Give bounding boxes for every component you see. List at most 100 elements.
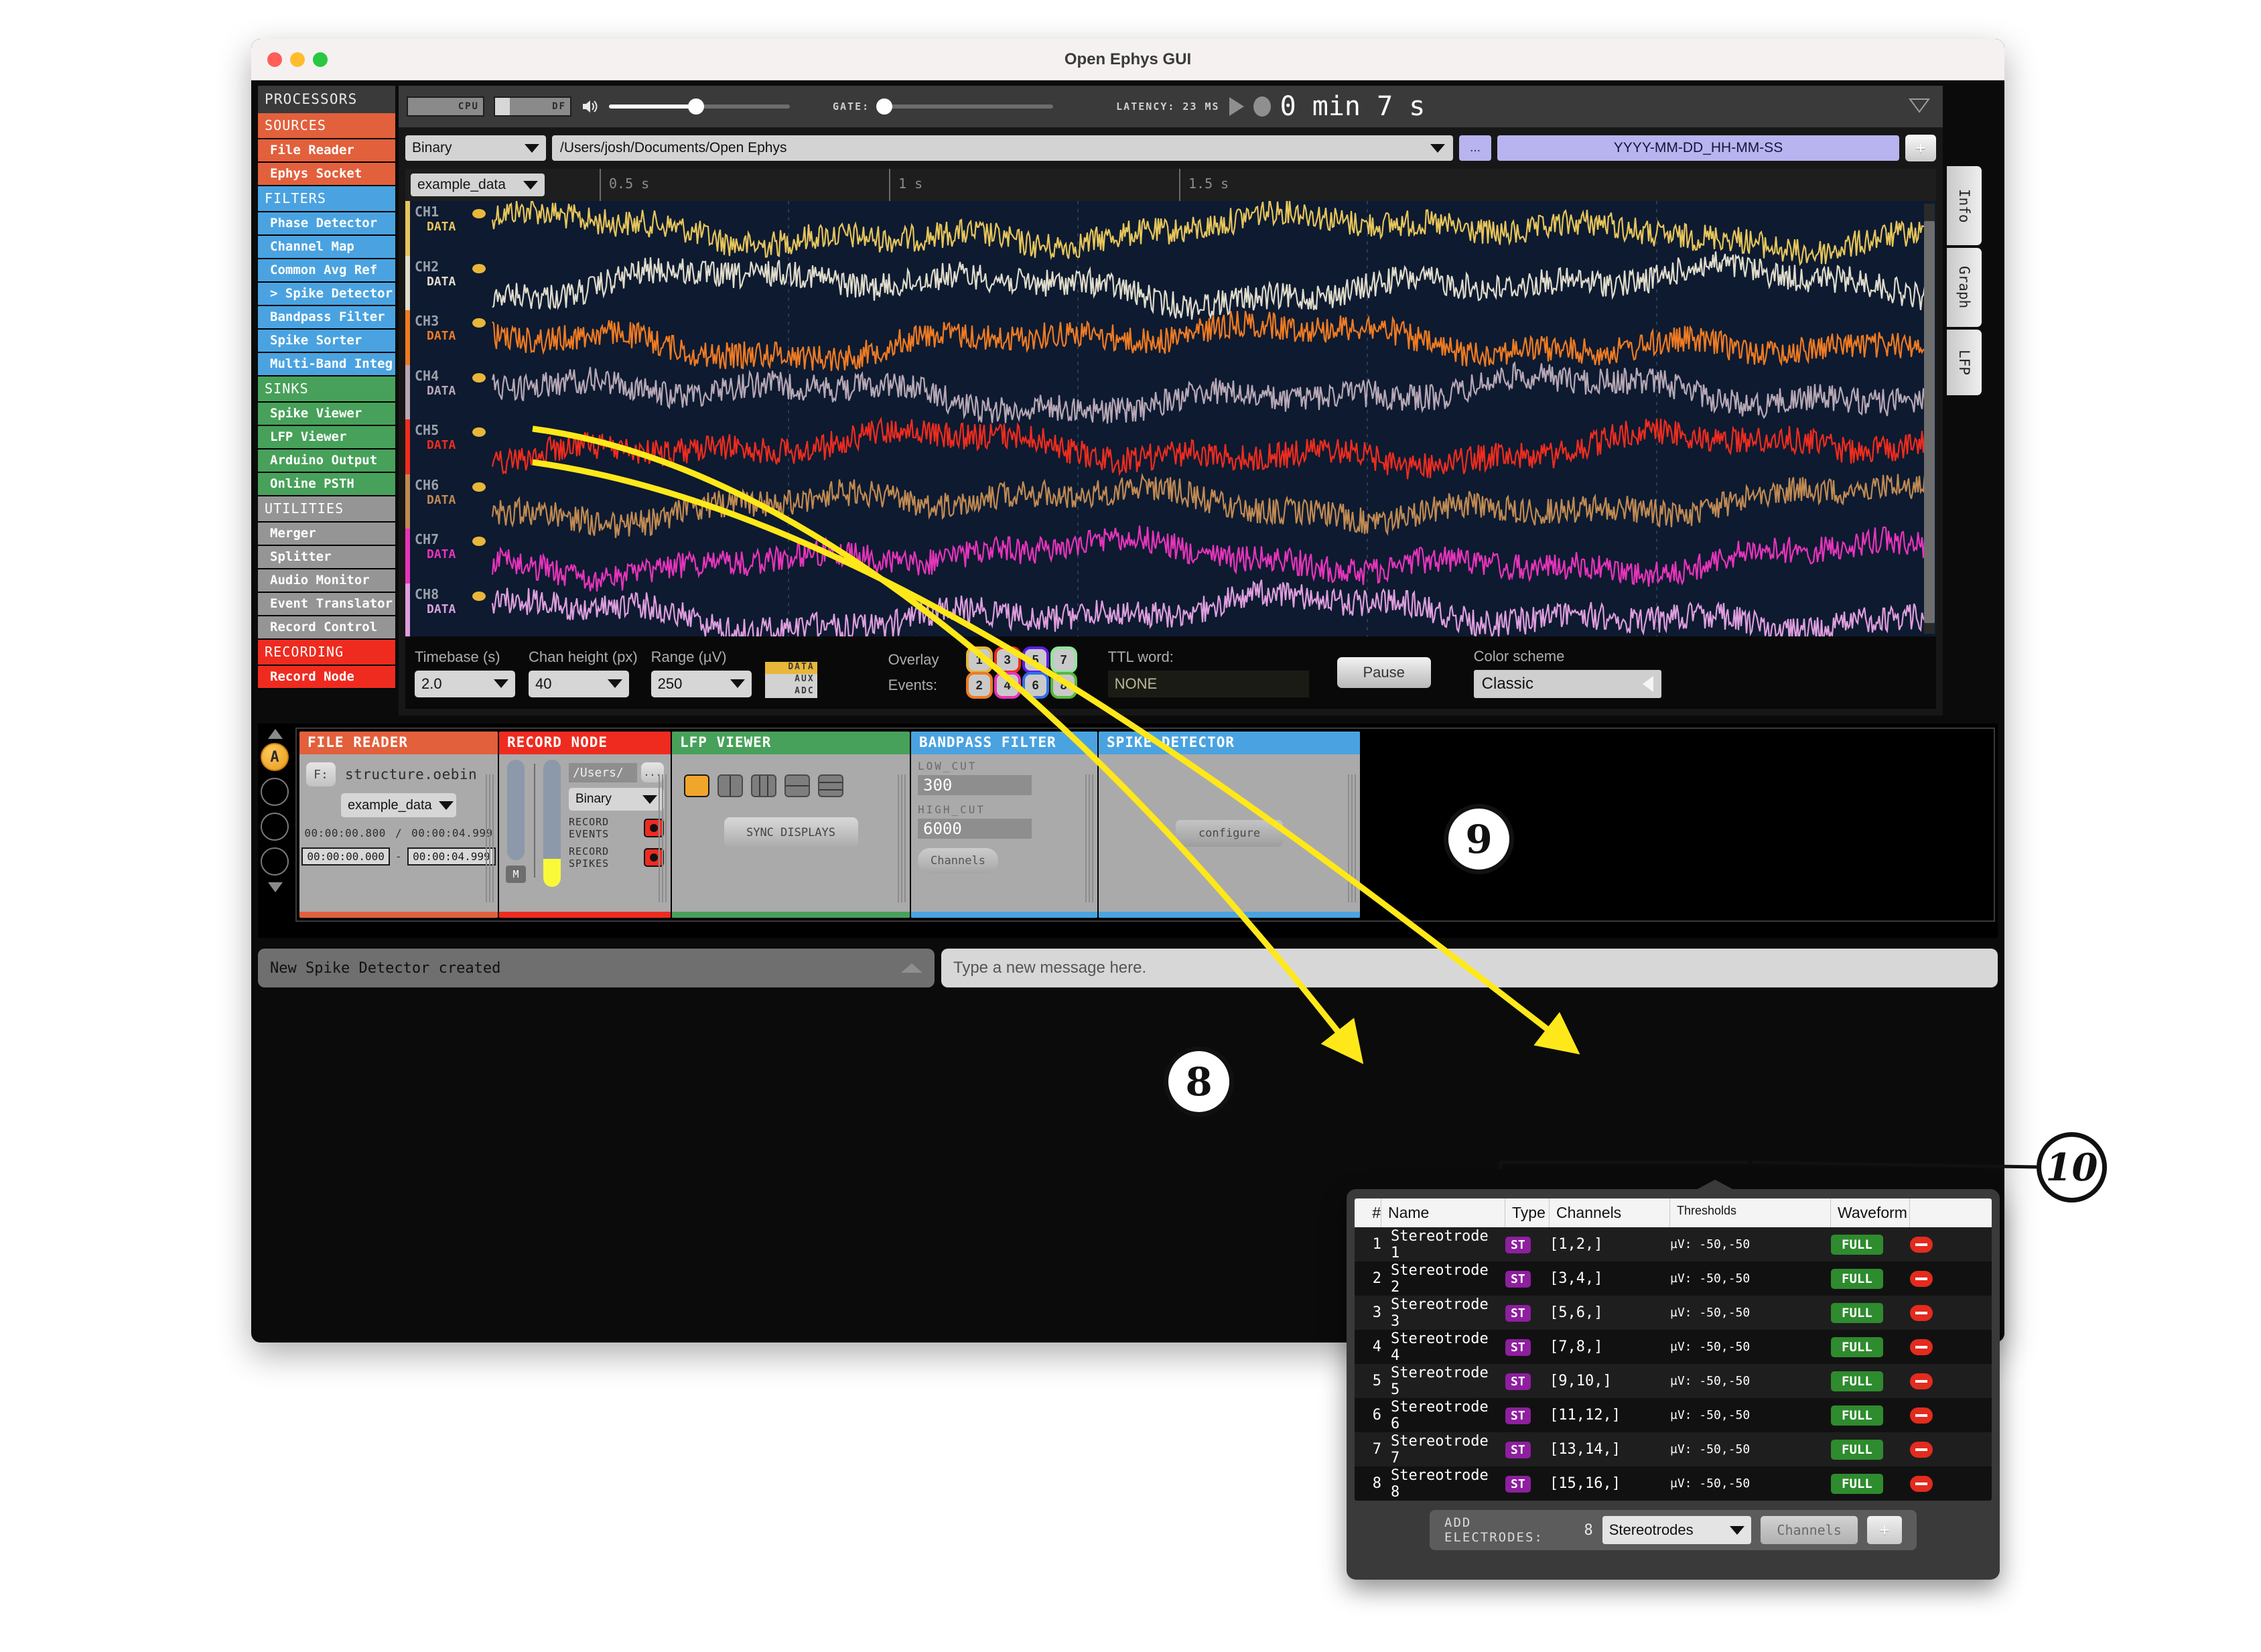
monitor-button[interactable]: M: [506, 866, 526, 883]
editor-resize-grip[interactable]: [1348, 774, 1356, 902]
add-channels-button[interactable]: Channels: [1761, 1516, 1858, 1544]
row-name[interactable]: Stereotrode 2: [1381, 1262, 1505, 1296]
row-channels[interactable]: [5,6,]: [1550, 1304, 1670, 1321]
record-engine-select[interactable]: Binary: [405, 135, 546, 161]
row-delete-button[interactable]: [1910, 1338, 1957, 1355]
tab-lfp[interactable]: LFP: [1947, 330, 1982, 395]
lfp-channel-row[interactable]: CH8 DATA: [405, 583, 1936, 636]
scroll-up-icon[interactable]: [268, 729, 283, 739]
lfp-vertical-scrollbar[interactable]: [1924, 204, 1935, 634]
layout-three-row-button[interactable]: [818, 774, 843, 797]
table-row[interactable]: 5 Stereotrode 5 ST [9,10,] µV: -50,-50 FULL: [1355, 1364, 1992, 1398]
row-name[interactable]: Stereotrode 7: [1381, 1433, 1505, 1466]
row-channels[interactable]: [1,2,]: [1550, 1236, 1670, 1253]
lfp-channel-row[interactable]: CH7 DATA: [405, 529, 1936, 583]
channel-enable-toggle[interactable]: [472, 263, 486, 273]
browse-button[interactable]: ...: [1459, 135, 1491, 161]
sync-displays-button[interactable]: SYNC DISPLAYS: [724, 817, 858, 848]
sidebar-item-phase-detector[interactable]: Phase Detector: [258, 212, 395, 236]
row-waveform[interactable]: FULL: [1831, 1234, 1910, 1255]
sidebar-item-arduino-output[interactable]: Arduino Output: [258, 450, 395, 473]
row-waveform[interactable]: FULL: [1831, 1302, 1910, 1323]
row-waveform[interactable]: FULL: [1831, 1371, 1910, 1391]
row-waveform[interactable]: FULL: [1831, 1268, 1910, 1289]
table-row[interactable]: 2 Stereotrode 2 ST [3,4,] µV: -50,-50 FULL: [1355, 1261, 1992, 1296]
editor-resize-grip[interactable]: [486, 774, 494, 902]
end-time-field[interactable]: 00:00:04.999: [407, 847, 496, 866]
editor-file-reader[interactable]: FILE READER F: structure.oebin example_d…: [299, 732, 498, 918]
editor-page-d[interactable]: [261, 847, 289, 876]
row-waveform[interactable]: FULL: [1831, 1336, 1910, 1357]
low-cut-value[interactable]: 300: [918, 775, 1032, 795]
sidebar-item-spike-viewer[interactable]: Spike Viewer: [258, 403, 395, 426]
record-path-display[interactable]: /Users/: [569, 762, 637, 782]
maximize-icon[interactable]: [313, 52, 328, 67]
layout-two-col-button[interactable]: [717, 774, 743, 797]
sidebar-item-ephys-socket[interactable]: Ephys Socket: [258, 163, 395, 186]
row-thresholds[interactable]: µV: -50,-50: [1670, 1442, 1831, 1456]
row-thresholds[interactable]: µV: -50,-50: [1670, 1271, 1831, 1286]
channel-enable-toggle[interactable]: [472, 591, 486, 601]
stream-select[interactable]: example_data: [341, 793, 456, 817]
pause-button[interactable]: Pause: [1337, 657, 1431, 688]
record-icon[interactable]: [1253, 96, 1271, 117]
sidebar-item-multi-band-integ[interactable]: Multi-Band Integ: [258, 353, 395, 376]
timebase-select[interactable]: 2.0: [415, 670, 515, 697]
volume-slider[interactable]: [609, 98, 790, 115]
chanheight-select[interactable]: 40: [529, 670, 629, 697]
window-controls[interactable]: [251, 52, 328, 67]
lfp-channel-row[interactable]: CH1 DATA: [405, 201, 1936, 256]
row-channels[interactable]: [15,16,]: [1550, 1475, 1670, 1492]
row-thresholds[interactable]: µV: -50,-50: [1670, 1476, 1831, 1491]
editor-page-a[interactable]: A: [261, 743, 289, 771]
record-path-field[interactable]: /Users/josh/Documents/Open Ephys: [552, 135, 1453, 161]
configure-button[interactable]: configure: [1176, 819, 1283, 847]
lfp-channel-row[interactable]: CH3 DATA: [405, 310, 1936, 365]
row-delete-button[interactable]: [1910, 1270, 1957, 1287]
editor-record-node[interactable]: RECORD NODE M /Users/ ... Binary RECORD …: [499, 732, 671, 918]
range-select[interactable]: 250: [650, 670, 752, 697]
sidebar-item-spike-sorter[interactable]: Spike Sorter: [258, 330, 395, 353]
add-electrode-button[interactable]: +: [1866, 1516, 1902, 1544]
filename-pattern-field[interactable]: YYYY-MM-DD_HH-MM-SS: [1497, 135, 1899, 161]
table-row[interactable]: 7 Stereotrode 7 ST [13,14,] µV: -50,-50 FULL: [1355, 1432, 1992, 1466]
lfp-channel-row[interactable]: CH4 DATA: [405, 364, 1936, 419]
editor-resize-grip[interactable]: [898, 774, 906, 902]
sidebar-item-splitter[interactable]: Splitter: [258, 546, 395, 569]
spike-detector-popup[interactable]: # Name Type Channels Thresholds Waveform…: [1347, 1180, 2000, 1580]
channel-enable-toggle[interactable]: [472, 209, 486, 218]
row-thresholds[interactable]: µV: -50,-50: [1670, 1306, 1831, 1320]
minimize-icon[interactable]: [290, 52, 305, 67]
start-time-field[interactable]: 00:00:00.000: [301, 847, 390, 866]
chevron-down-icon[interactable]: [1908, 96, 1931, 117]
speaker-icon[interactable]: [581, 97, 600, 116]
add-record-field-button[interactable]: +: [1905, 135, 1936, 161]
sidebar-item-channel-map[interactable]: Channel Map: [258, 236, 395, 259]
play-icon[interactable]: [1229, 97, 1244, 116]
row-waveform[interactable]: FULL: [1831, 1473, 1910, 1494]
high-cut-value[interactable]: 6000: [918, 819, 1032, 839]
gate-slider[interactable]: [876, 98, 1054, 115]
layout-three-col-button[interactable]: [751, 774, 776, 797]
row-name[interactable]: Stereotrode 8: [1381, 1467, 1505, 1501]
row-thresholds[interactable]: µV: -50,-50: [1670, 1237, 1831, 1251]
sidebar-item-record-control[interactable]: Record Control: [258, 616, 395, 640]
row-delete-button[interactable]: [1910, 1236, 1957, 1253]
close-icon[interactable]: [267, 52, 282, 67]
event-chip-2[interactable]: 2: [968, 675, 990, 696]
sidebar-item-audio-monitor[interactable]: Audio Monitor: [258, 569, 395, 593]
table-row[interactable]: 8 Stereotrode 8 ST [15,16,] µV: -50,-50 FULL: [1355, 1466, 1992, 1501]
table-row[interactable]: 1 Stereotrode 1 ST [1,2,] µV: -50,-50 FULL: [1355, 1227, 1992, 1261]
datatype-selector[interactable]: DATA AUX ADC: [764, 662, 817, 698]
row-delete-button[interactable]: [1910, 1373, 1957, 1389]
row-name[interactable]: Stereotrode 6: [1381, 1399, 1505, 1432]
row-channels[interactable]: [7,8,]: [1550, 1338, 1670, 1355]
lfp-traces[interactable]: CH1 DATA CH2 DATA CH3 DATA CH4 DATA CH5 DATA CH6 DA…: [405, 201, 1936, 636]
editor-resize-grip[interactable]: [659, 774, 667, 902]
sidebar-item-lfp-viewer[interactable]: LFP Viewer: [258, 426, 395, 450]
row-name[interactable]: Stereotrode 5: [1381, 1365, 1505, 1398]
table-row[interactable]: 4 Stereotrode 4 ST [7,8,] µV: -50,-50 FULL: [1355, 1330, 1992, 1364]
sidebar-item-spike-detector[interactable]: > Spike Detector: [258, 283, 395, 306]
lfp-channel-row[interactable]: CH2 DATA: [405, 255, 1936, 310]
message-input[interactable]: Type a new message here.: [941, 949, 1998, 987]
